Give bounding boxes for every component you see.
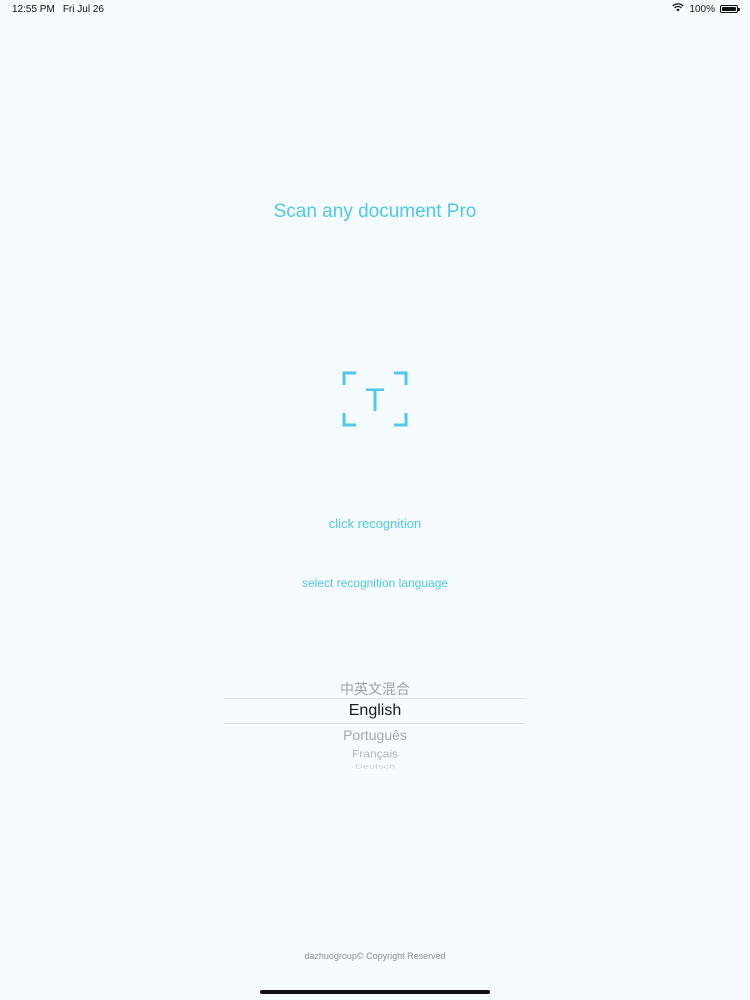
scan-text-button[interactable]: T [341,370,409,428]
click-recognition-button[interactable]: click recognition [0,516,750,531]
status-date: Fri Jul 26 [62,4,104,15]
picker-option[interactable]: Deutsch [224,763,526,770]
app-screen: 12:55 PM Fri Jul 26 100% Scan any docume… [0,0,750,1000]
picker-option[interactable]: Português [224,727,526,743]
picker-option-selected[interactable]: English [224,702,526,720]
select-language-label[interactable]: select recognition language [0,576,750,590]
status-right: 100% [672,3,740,15]
picker-option[interactable]: 中英文混合 [224,679,526,699]
language-picker[interactable]: 中英文混合 English Português Français Deutsch [224,674,526,778]
copyright-text: dazhuogroup© Copyright Reserved [304,951,446,961]
battery-percent: 100% [689,3,715,15]
status-bar: 12:55 PM Fri Jul 26 100% [0,0,750,18]
picker-option[interactable]: Français [224,748,526,761]
scan-icon-letter: T [365,382,385,418]
app-title: Scan any document Pro [273,201,477,222]
scan-text-icon: T [342,371,408,427]
battery-icon [720,5,740,13]
home-indicator[interactable] [260,990,490,994]
status-time: 12:55 PM [12,4,55,15]
status-left: 12:55 PM Fri Jul 26 [12,4,104,15]
battery-fill [722,7,736,11]
picker-selection-line-bottom [224,723,526,724]
wifi-icon [672,3,685,15]
